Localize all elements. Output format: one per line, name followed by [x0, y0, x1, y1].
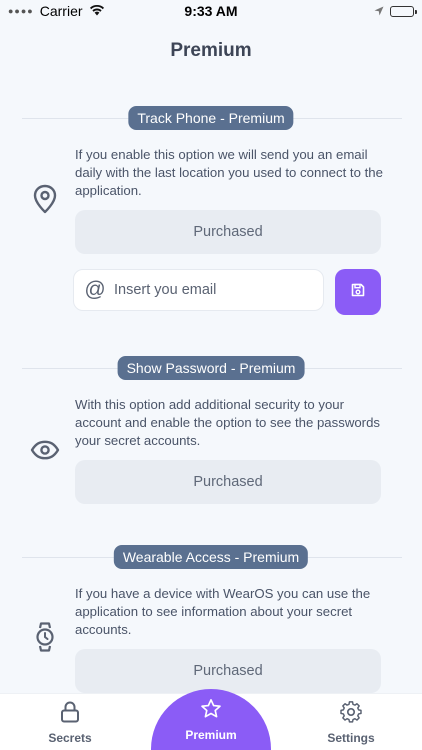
gear-icon — [340, 700, 362, 726]
signal-dots-icon: ●●●● — [8, 6, 34, 16]
page-title: Premium — [170, 40, 252, 61]
tab-secrets[interactable]: Secrets — [10, 694, 130, 750]
watch-icon — [30, 622, 60, 652]
star-icon — [200, 698, 222, 723]
purchased-button[interactable]: Purchased — [75, 649, 381, 693]
section-pill: Wearable Access - Premium — [113, 545, 309, 569]
save-email-button[interactable] — [335, 269, 381, 315]
eye-icon — [30, 435, 60, 465]
at-icon: @ — [84, 278, 106, 301]
section-description: If you have a device with WearOS you can… — [75, 586, 371, 637]
section-pill: Show Password - Premium — [117, 356, 305, 380]
section-description: If you enable this option we will send y… — [75, 147, 383, 198]
status-bar: ●●●● Carrier 9:33 AM — [0, 0, 422, 22]
tab-settings[interactable]: Settings — [291, 694, 411, 750]
purchased-button[interactable]: Purchased — [75, 210, 381, 254]
email-field[interactable]: @ — [73, 269, 324, 311]
email-input[interactable] — [114, 282, 304, 298]
battery-icon — [390, 5, 417, 17]
carrier-label: Carrier — [39, 3, 83, 19]
section-description: With this option add additional security… — [75, 397, 380, 448]
status-right — [374, 3, 417, 19]
tab-label: Secrets — [48, 730, 92, 745]
status-left: ●●●● Carrier — [8, 3, 105, 19]
purchased-button[interactable]: Purchased — [75, 460, 381, 504]
save-icon — [351, 283, 365, 302]
tab-label: Settings — [327, 730, 375, 745]
tab-bar: Secrets Premium Settings — [0, 689, 422, 750]
location-pin-icon — [30, 184, 60, 214]
location-arrow-icon — [374, 3, 384, 19]
section-pill: Track Phone - Premium — [128, 106, 294, 130]
tab-label: Premium — [185, 728, 237, 742]
tab-premium[interactable]: Premium — [151, 689, 271, 750]
lock-icon — [60, 701, 80, 726]
wifi-icon — [89, 3, 105, 19]
